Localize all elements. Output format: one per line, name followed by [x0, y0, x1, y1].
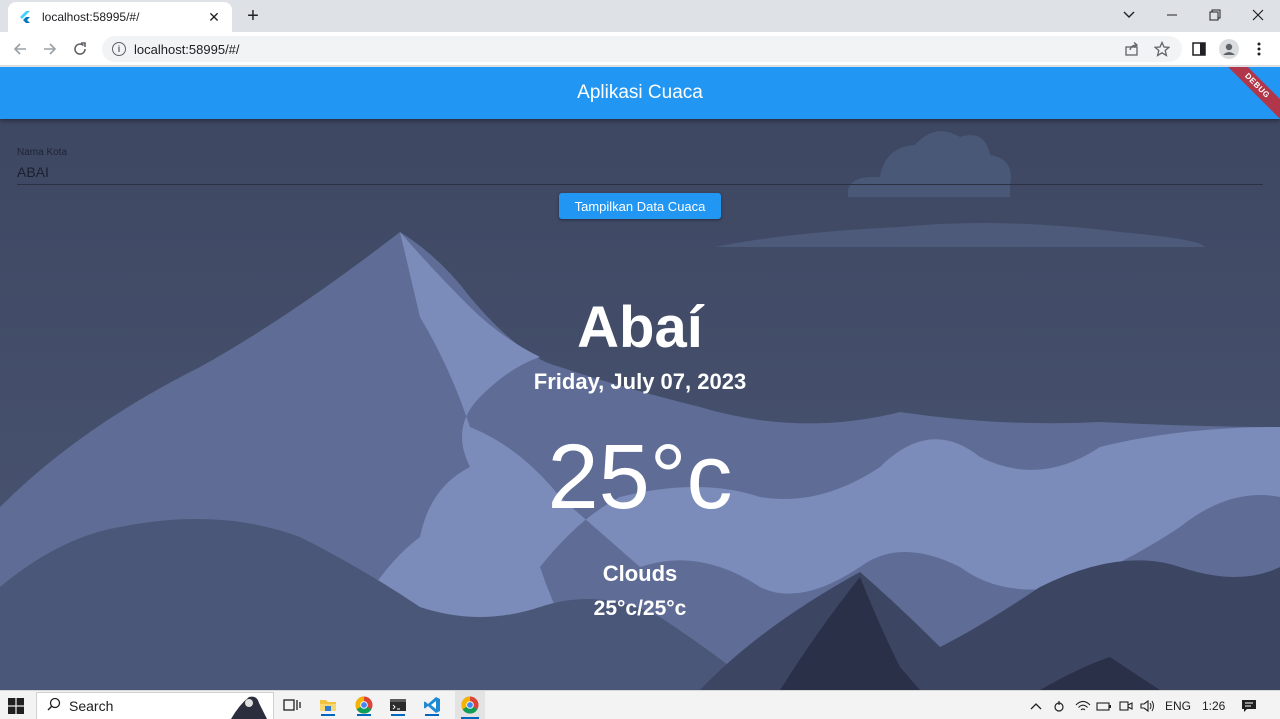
windows-start-icon[interactable] [8, 698, 24, 714]
wifi-icon[interactable] [1075, 691, 1091, 719]
search-highlight-icon [227, 693, 269, 719]
browser-toolbar: i localhost:58995/#/ [0, 32, 1280, 66]
minimize-icon[interactable] [1150, 0, 1194, 30]
show-weather-button[interactable]: Tampilkan Data Cuaca [559, 193, 721, 219]
chrome-icon[interactable] [353, 694, 375, 716]
temperature-range: 25°c/25°c [593, 597, 687, 620]
tab-title: localhost:58995/#/ [42, 10, 140, 24]
close-window-icon[interactable] [1236, 0, 1280, 30]
chrome-active-icon[interactable] [455, 691, 485, 719]
clock-time[interactable]: 1:26 [1202, 691, 1225, 719]
battery-icon[interactable] [1096, 691, 1112, 719]
site-info-icon[interactable]: i [112, 42, 126, 56]
vscode-icon[interactable] [421, 694, 443, 716]
profile-avatar-icon[interactable] [1217, 37, 1241, 61]
active-indicator [321, 714, 335, 716]
address-url: localhost:58995/#/ [134, 41, 240, 57]
task-view-icon[interactable] [281, 694, 303, 716]
current-temperature: 25°c [547, 426, 733, 528]
onedrive-icon[interactable] [1053, 691, 1065, 719]
volume-icon[interactable] [1140, 691, 1156, 719]
address-bar[interactable]: i localhost:58995/#/ [102, 36, 1182, 62]
flutter-icon [18, 10, 32, 24]
restore-icon[interactable] [1193, 0, 1237, 30]
file-explorer-icon[interactable] [317, 694, 339, 716]
back-icon[interactable] [8, 37, 32, 61]
menu-kebab-icon[interactable] [1247, 37, 1271, 61]
search-icon [47, 697, 61, 716]
meet-now-icon[interactable] [1119, 691, 1133, 719]
app-title: Aplikasi Cuaca [577, 82, 703, 103]
app-bar: Aplikasi Cuaca DEBUG [0, 67, 1280, 122]
tab-search-icon[interactable] [1107, 0, 1151, 30]
side-panel-icon[interactable] [1187, 37, 1211, 61]
show-hidden-icons-icon[interactable] [1030, 691, 1042, 719]
tab-close-icon[interactable]: ✕ [206, 9, 222, 26]
forward-icon[interactable] [38, 37, 62, 61]
debug-banner: DEBUG [1221, 67, 1280, 122]
taskbar-search-box[interactable]: Search [36, 692, 274, 719]
active-indicator [391, 714, 405, 716]
weather-condition: Clouds [602, 561, 678, 586]
browser-tabstrip: localhost:58995/#/ ✕ + [0, 0, 1280, 32]
windows-taskbar: Search ENG 1:26 [0, 690, 1280, 719]
weather-app: Aplikasi Cuaca DEBUG Nama Kota Tampilkan… [0, 67, 1280, 690]
city-field-label: Nama Kota [17, 147, 68, 158]
active-indicator [425, 714, 439, 716]
city-name: Abaí [577, 295, 703, 360]
browser-tab[interactable]: localhost:58995/#/ ✕ [8, 2, 232, 32]
search-label: Search [69, 698, 114, 714]
share-icon[interactable] [1120, 37, 1144, 61]
new-tab-button[interactable]: + [243, 5, 263, 27]
terminal-icon[interactable] [387, 694, 409, 716]
bookmark-star-icon[interactable] [1150, 37, 1174, 61]
active-indicator [357, 714, 371, 716]
notifications-icon[interactable] [1241, 691, 1257, 719]
language-indicator[interactable]: ENG [1165, 691, 1191, 719]
reload-icon[interactable] [68, 37, 92, 61]
weather-date: Friday, July 07, 2023 [533, 369, 747, 394]
city-name-input[interactable] [17, 159, 1263, 185]
